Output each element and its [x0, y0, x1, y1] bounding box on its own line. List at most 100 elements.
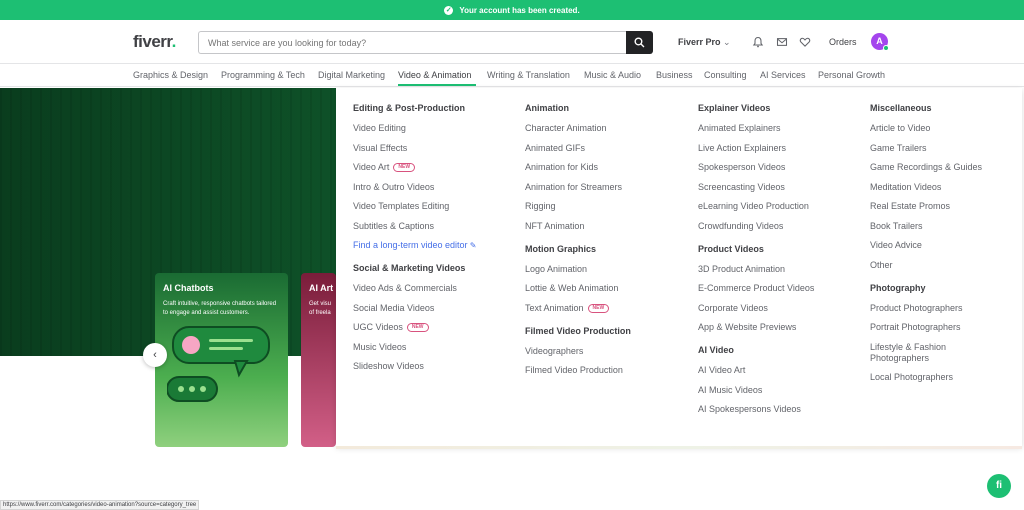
menu-item-label: Social Media Videos [353, 302, 435, 313]
menu-item[interactable]: Lifestyle & Fashion Photographers [870, 342, 980, 364]
menu-item[interactable]: Animation for Streamers [525, 182, 631, 193]
fiverr-logo[interactable]: fiverr. [133, 32, 176, 52]
category-digital-marketing[interactable]: Digital Marketing [318, 70, 385, 80]
menu-item[interactable]: Video Templates Editing [353, 201, 477, 212]
category-personal-growth[interactable]: Personal Growth [818, 70, 885, 80]
menu-item[interactable]: Slideshow Videos [353, 361, 477, 372]
menu-item[interactable]: Meditation Videos [870, 182, 982, 193]
category-consulting[interactable]: Consulting [704, 70, 747, 80]
menu-item[interactable]: Subtitles & Captions [353, 221, 477, 232]
menu-item[interactable]: Crowdfunding Videos [698, 221, 814, 232]
section-heading[interactable]: Animation [525, 103, 631, 116]
menu-item[interactable]: Spokesperson Videos [698, 162, 814, 173]
menu-item[interactable]: AI Spokespersons Videos [698, 404, 814, 415]
search-input[interactable] [198, 31, 626, 54]
menu-item[interactable]: Animation for Kids [525, 162, 631, 173]
menu-item-label: AI Music Videos [698, 384, 763, 395]
category-business[interactable]: Business [656, 70, 693, 80]
menu-item[interactable]: Social Media Videos [353, 303, 477, 314]
section-heading[interactable]: Product Videos [698, 244, 814, 257]
menu-item[interactable]: Animated Explainers [698, 123, 814, 134]
menu-item[interactable]: Visual Effects [353, 143, 477, 154]
new-badge: NEW [406, 323, 429, 333]
category-music-audio[interactable]: Music & Audio [584, 70, 641, 80]
menu-item[interactable]: 3D Product Animation [698, 264, 814, 275]
bell-icon[interactable] [752, 36, 764, 48]
menu-item[interactable]: Music Videos [353, 342, 477, 353]
menu-item[interactable]: Rigging [525, 201, 631, 212]
menu-item-label: NFT Animation [525, 220, 585, 231]
menu-item[interactable]: AI Music Videos [698, 385, 814, 396]
menu-item[interactable]: UGC Videos NEW [353, 322, 477, 333]
menu-item[interactable]: Videographers [525, 346, 631, 357]
menu-item[interactable]: Lottie & Web Animation [525, 283, 631, 294]
menu-item[interactable]: Character Animation [525, 123, 631, 134]
menu-item[interactable]: NFT Animation [525, 221, 631, 232]
section-heading[interactable]: Motion Graphics [525, 244, 631, 257]
menu-item-label: Find a long-term video editor [353, 240, 468, 250]
carousel-prev-button[interactable]: ‹ [143, 343, 167, 367]
menu-item[interactable]: Game Recordings & Guides [870, 162, 982, 173]
section-heading[interactable]: Editing & Post-Production [353, 103, 477, 116]
menu-item[interactable]: E-Commerce Product Videos [698, 283, 814, 294]
section-heading[interactable]: Filmed Video Production [525, 326, 631, 339]
menu-item[interactable]: Other [870, 260, 982, 271]
ai-chatbots-card[interactable]: AI Chatbots Craft intuitive, responsive … [155, 273, 288, 447]
menu-item[interactable]: Intro & Outro Videos [353, 182, 477, 193]
section-heading[interactable]: Photography [870, 283, 982, 296]
menu-item-label: Game Recordings & Guides [870, 162, 983, 172]
section-heading[interactable]: Explainer Videos [698, 103, 814, 116]
menu-item[interactable]: AI Video Art [698, 365, 814, 376]
mega-menu-column: Explainer Videos Animated Explainers Live … [698, 103, 814, 427]
menu-item-label: AI Spokespersons Videos [698, 404, 801, 414]
menu-item[interactable]: Text Animation NEW [525, 303, 631, 314]
search-button[interactable] [626, 31, 653, 54]
mail-icon[interactable] [776, 36, 788, 48]
ai-art-card[interactable]: AI Art Get visu of freela [301, 273, 336, 447]
help-chat-button[interactable]: fi [987, 474, 1011, 498]
mega-menu-section: Social & Marketing Videos Video Ads & Com… [353, 263, 477, 372]
menu-item[interactable]: App & Website Previews [698, 322, 814, 333]
menu-item[interactable]: Live Action Explainers [698, 143, 814, 154]
menu-item[interactable]: Screencasting Videos [698, 182, 814, 193]
menu-item[interactable]: Book Trailers [870, 221, 982, 232]
menu-item-label: Videographers [525, 345, 584, 356]
menu-item[interactable]: Product Photographers [870, 303, 982, 314]
new-badge: NEW [393, 163, 416, 173]
menu-item[interactable]: Animated GIFs [525, 143, 631, 154]
menu-item[interactable]: Video Advice [870, 240, 982, 251]
magic-wand-icon: ✎ [467, 241, 477, 250]
menu-item-label: Article to Video [870, 123, 931, 133]
category-video-animation[interactable]: Video & Animation [398, 70, 471, 80]
menu-item[interactable]: Real Estate Promos [870, 201, 982, 212]
menu-item[interactable]: Logo Animation [525, 264, 631, 275]
fiverr-pro-dropdown[interactable]: Fiverr Pro ⌄ [678, 37, 731, 48]
mega-menu-section: Editing & Post-Production Video Editing Vi… [353, 103, 477, 251]
category-ai-services[interactable]: AI Services [760, 70, 806, 80]
search-icon [634, 37, 645, 48]
menu-item[interactable]: Corporate Videos [698, 303, 814, 314]
category-graphics-design[interactable]: Graphics & Design [133, 70, 208, 80]
category-programming-tech[interactable]: Programming & Tech [221, 70, 305, 80]
check-circle-icon: ✓ [444, 5, 454, 15]
section-heading[interactable]: Social & Marketing Videos [353, 263, 477, 276]
card-title: AI Chatbots [163, 283, 214, 293]
menu-item-label: Music Videos [353, 341, 407, 352]
menu-item[interactable]: Article to Video [870, 123, 982, 134]
menu-item[interactable]: Filmed Video Production [525, 365, 631, 376]
section-heading[interactable]: AI Video [698, 345, 814, 358]
menu-item[interactable]: Portrait Photographers [870, 322, 982, 333]
menu-item[interactable]: Video Ads & Commercials [353, 283, 477, 294]
heart-icon[interactable] [799, 36, 811, 48]
category-writing-translation[interactable]: Writing & Translation [487, 70, 570, 80]
orders-link[interactable]: Orders [829, 37, 857, 47]
user-avatar[interactable]: A [871, 33, 889, 51]
menu-item[interactable]: Local Photographers [870, 372, 982, 383]
section-heading[interactable]: Miscellaneous [870, 103, 982, 116]
find-video-editor-link[interactable]: Find a long-term video editor ✎ [353, 240, 477, 251]
menu-item[interactable]: Video Art NEW [353, 162, 477, 173]
menu-item[interactable]: Video Editing [353, 123, 477, 134]
menu-item-label: Animation for Kids [525, 162, 599, 172]
menu-item[interactable]: eLearning Video Production [698, 201, 814, 212]
menu-item[interactable]: Game Trailers [870, 143, 982, 154]
